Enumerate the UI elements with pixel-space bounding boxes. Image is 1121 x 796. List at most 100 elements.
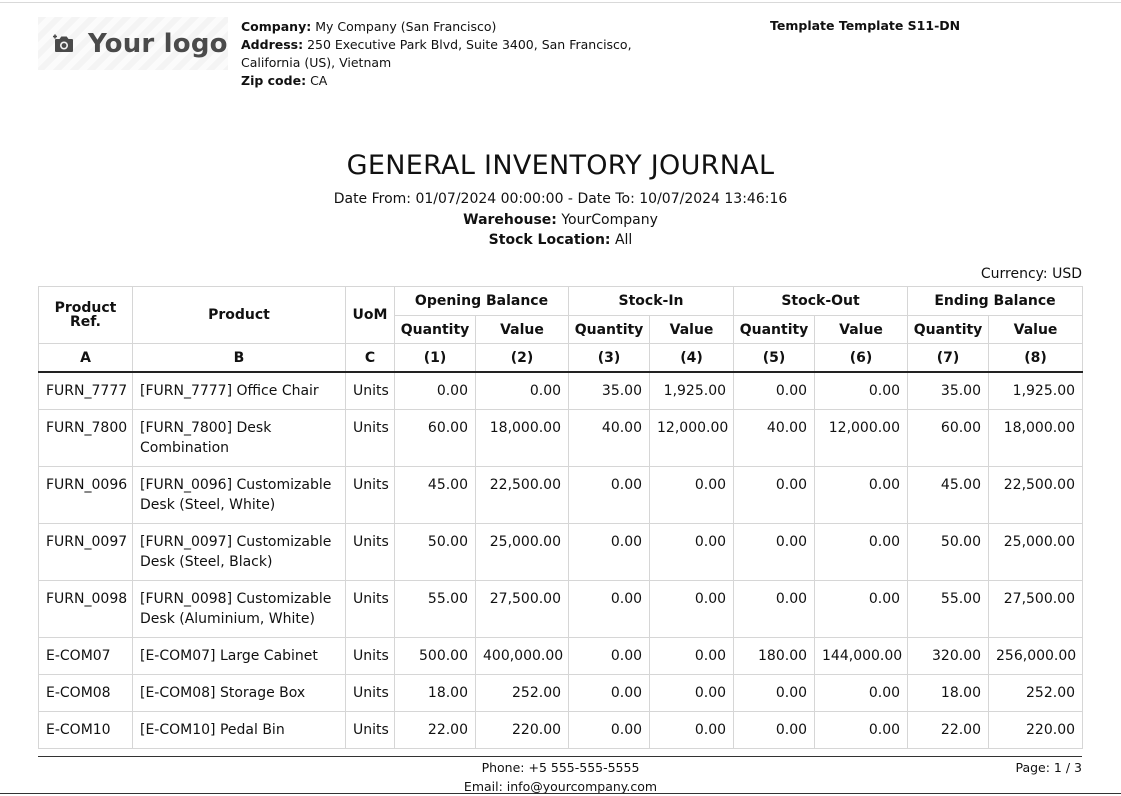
column-code: B: [132, 343, 346, 373]
header-stock-in: Stock-In: [568, 286, 735, 316]
cell-product-ref: E-COM10: [38, 711, 133, 749]
header-value: Value: [988, 315, 1084, 344]
cell-out-qty: 0.00: [733, 711, 816, 749]
header-quantity: Quantity: [733, 315, 816, 344]
zip-label: Zip code:: [241, 73, 307, 88]
footer-phone: Phone: +5 555-555-5555: [481, 760, 640, 775]
column-code: A: [38, 343, 133, 373]
date-range: Date From: 01/07/2024 00:00:00 - Date To…: [333, 191, 788, 207]
header-value: Value: [814, 315, 909, 344]
cell-out-value: 0.00: [814, 371, 909, 410]
cell-uom: Units: [345, 580, 395, 638]
cell-product: [E-COM10] Pedal Bin: [132, 711, 346, 749]
column-code: (4): [649, 343, 735, 373]
header-product-ref: Product Ref.: [38, 286, 133, 344]
column-code: (3): [568, 343, 651, 373]
table-row: FURN_7777 [FURN_7777] Office Chair Units…: [38, 371, 1084, 410]
table-row: FURN_0097 [FURN_0097] Customizable Desk …: [38, 523, 1084, 581]
cell-product: [E-COM07] Large Cabinet: [132, 637, 346, 675]
cell-uom: Units: [345, 466, 395, 524]
cell-product-ref: FURN_0096: [38, 466, 133, 524]
cell-uom: Units: [345, 409, 395, 467]
cell-opening-qty: 0.00: [394, 371, 476, 410]
cell-opening-value: 400,000.00: [474, 637, 570, 675]
cell-opening-value: 0.00: [474, 371, 570, 410]
cell-in-value: 12,000.00: [649, 409, 735, 467]
cell-product: [FURN_7777] Office Chair: [132, 371, 346, 410]
cell-ending-qty: 50.00: [907, 523, 990, 581]
header-ending-balance: Ending Balance: [907, 286, 1084, 316]
warehouse-label: Warehouse:: [463, 212, 557, 228]
warehouse-line: Warehouse: YourCompany: [0, 212, 1121, 228]
cell-out-qty: 0.00: [733, 580, 816, 638]
table-row: E-COM10 [E-COM10] Pedal Bin Units 22.00 …: [38, 711, 1084, 749]
cell-product-ref: FURN_0098: [38, 580, 133, 638]
address-label: Address:: [241, 37, 304, 52]
cell-opening-value: 220.00: [474, 711, 570, 749]
cell-opening-value: 252.00: [474, 674, 570, 712]
cell-in-value: 0.00: [649, 674, 735, 712]
column-code: C: [345, 343, 395, 373]
cell-ending-value: 18,000.00: [988, 409, 1084, 467]
cell-product: [FURN_7800] Desk Combination: [132, 409, 346, 467]
page-number: Page: 1 / 3: [1015, 760, 1082, 775]
cell-opening-qty: 60.00: [394, 409, 476, 467]
cell-ending-qty: 60.00: [907, 409, 990, 467]
cell-out-qty: 0.00: [733, 371, 816, 410]
table-row: FURN_7800 [FURN_7800] Desk Combination U…: [38, 409, 1084, 467]
cell-ending-qty: 18.00: [907, 674, 990, 712]
cell-ending-qty: 320.00: [907, 637, 990, 675]
cell-opening-qty: 22.00: [394, 711, 476, 749]
cell-ending-value: 27,500.00: [988, 580, 1084, 638]
cell-in-value: 0.00: [649, 466, 735, 524]
header-value: Value: [649, 315, 735, 344]
cell-out-value: 0.00: [814, 711, 909, 749]
column-code: (5): [733, 343, 816, 373]
company-label: Company:: [241, 19, 312, 34]
cell-uom: Units: [345, 711, 395, 749]
cell-out-value: 144,000.00: [814, 637, 909, 675]
cell-ending-value: 256,000.00: [988, 637, 1084, 675]
cell-in-qty: 0.00: [568, 580, 651, 638]
cell-in-qty: 0.00: [568, 711, 651, 749]
cell-product: [FURN_0097] Customizable Desk (Steel, Bl…: [132, 523, 346, 581]
cell-in-qty: 40.00: [568, 409, 651, 467]
column-code: (2): [474, 343, 570, 373]
cell-out-value: 0.00: [814, 523, 909, 581]
company-logo: Your logo: [38, 17, 228, 70]
address-line-2: California (US), Vietnam: [241, 55, 392, 70]
cell-product-ref: E-COM07: [38, 637, 133, 675]
column-code: (8): [988, 343, 1084, 373]
column-code: (7): [907, 343, 990, 373]
page-title: GENERAL INVENTORY JOURNAL: [346, 150, 775, 181]
header-quantity: Quantity: [394, 315, 476, 344]
header-quantity: Quantity: [568, 315, 651, 344]
header-product: Product: [132, 286, 346, 344]
cell-uom: Units: [345, 371, 395, 410]
cell-out-value: 0.00: [814, 674, 909, 712]
cell-in-qty: 0.00: [568, 674, 651, 712]
currency-label: Currency: USD: [980, 266, 1082, 282]
cell-ending-qty: 45.00: [907, 466, 990, 524]
location-line: Stock Location: All: [0, 232, 1121, 248]
cell-in-qty: 35.00: [568, 371, 651, 410]
cell-in-qty: 0.00: [568, 637, 651, 675]
table-row: FURN_0096 [FURN_0096] Customizable Desk …: [38, 466, 1084, 524]
cell-product-ref: FURN_7800: [38, 409, 133, 467]
inventory-table: Product Ref. Product UoM Opening Balance…: [38, 286, 1084, 749]
cell-out-qty: 40.00: [733, 409, 816, 467]
company-info: Company: My Company (San Francisco) Addr…: [241, 18, 641, 90]
cell-product: [FURN_0096] Customizable Desk (Steel, Wh…: [132, 466, 346, 524]
cell-ending-qty: 35.00: [907, 371, 990, 410]
logo-text: Your logo: [88, 28, 228, 59]
cell-product-ref: FURN_0097: [38, 523, 133, 581]
cell-in-value: 0.00: [649, 711, 735, 749]
cell-in-value: 1,925.00: [649, 371, 735, 410]
cell-out-qty: 0.00: [733, 466, 816, 524]
warehouse-value: YourCompany: [561, 212, 658, 228]
cell-ending-value: 1,925.00: [988, 371, 1084, 410]
cell-opening-qty: 50.00: [394, 523, 476, 581]
cell-ending-value: 22,500.00: [988, 466, 1084, 524]
cell-ending-value: 252.00: [988, 674, 1084, 712]
table-row: E-COM08 [E-COM08] Storage Box Units 18.0…: [38, 674, 1084, 712]
